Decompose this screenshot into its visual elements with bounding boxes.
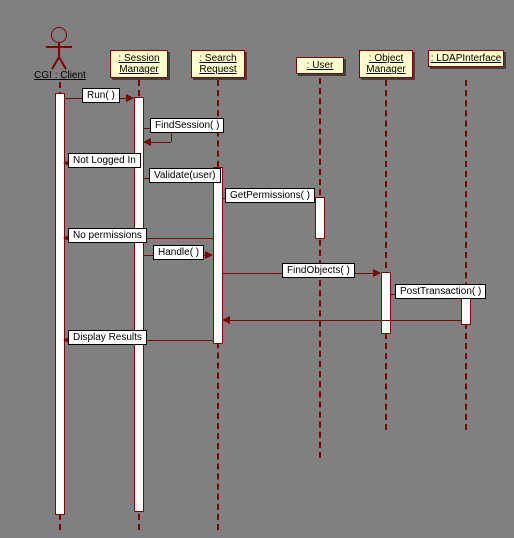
activation-client (55, 93, 65, 515)
arrow-head-icon (143, 138, 151, 146)
sequence-diagram: CGI : Client : Session Manager : Search … (0, 0, 514, 538)
arrow-head-icon (373, 269, 381, 277)
message-arrow (150, 142, 171, 143)
arrow-head-icon (222, 316, 230, 324)
message-label: FindObjects( ) (282, 263, 355, 278)
message-label: Display Results (68, 330, 147, 345)
lifeline-header-object-manager: : Object Manager (359, 50, 413, 78)
lifeline-label: : Search Request (199, 53, 236, 75)
message-label: No permissions (68, 228, 147, 243)
actor-icon (46, 46, 72, 48)
lifeline-header-ldap-interface: : LDAPInterface (428, 50, 504, 67)
message-label: GetPermissions( ) (225, 188, 315, 203)
message-label: PostTransaction( ) (395, 284, 486, 299)
lifeline-object-manager (385, 80, 387, 430)
lifeline-label: : Object Manager (366, 53, 405, 75)
message-label: Not Logged In (68, 153, 141, 168)
message-label: FindSession( ) (150, 118, 224, 133)
lifeline-header-session-manager: : Session Manager (110, 50, 168, 78)
lifeline-label: : Session Manager (118, 53, 159, 75)
lifeline-header-user: : User (296, 57, 344, 74)
activation-user (315, 197, 325, 239)
lifeline-label: : LDAPInterface (431, 53, 502, 64)
message-label: Validate(user) (149, 168, 221, 183)
activation-object-manager (381, 272, 391, 334)
lifeline-label: : User (307, 60, 334, 71)
actor-icon (51, 27, 67, 43)
message-arrow (229, 320, 461, 321)
message-label: Handle( ) (153, 245, 204, 260)
lifeline-ldap-interface (465, 80, 467, 430)
actor-label: CGI : Client (32, 70, 88, 81)
arrow-head-icon (205, 251, 213, 259)
arrow-head-icon (126, 94, 134, 102)
actor-icon (58, 57, 67, 70)
message-label: Run( ) (82, 88, 120, 103)
lifeline-header-search-request: : Search Request (191, 50, 245, 78)
